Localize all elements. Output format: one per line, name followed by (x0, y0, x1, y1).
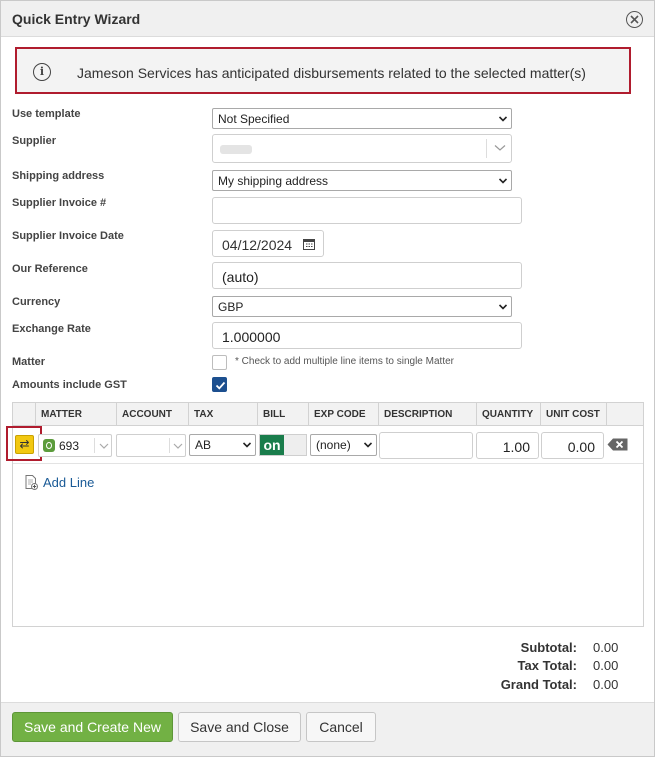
divider (486, 139, 487, 158)
supplier-invoice-input[interactable] (212, 197, 522, 224)
chevron-down-icon (499, 304, 507, 310)
chevron-down-icon (499, 178, 507, 184)
matter-hint: * Check to add multiple line items to si… (235, 356, 454, 367)
alert-text: Jameson Services has anticipated disburs… (77, 65, 586, 81)
col-bill: BILL (257, 403, 308, 426)
divider (169, 438, 170, 453)
save-and-create-new-button[interactable]: Save and Create New (12, 712, 173, 742)
exp-code-value: (none) (316, 438, 351, 452)
unit-cost-input[interactable]: 0.00 (541, 432, 604, 459)
grand-total-value: 0.00 (593, 677, 619, 692)
currency-value: GBP (218, 300, 244, 314)
bill-on-label: on (260, 435, 284, 455)
subtotal-value: 0.00 (593, 640, 619, 655)
exchange-rate-input[interactable]: 1.000000 (212, 322, 522, 349)
tax-total-value: 0.00 (593, 658, 619, 673)
divider (94, 438, 95, 453)
supplier-value (220, 145, 252, 154)
info-icon: i (33, 63, 51, 81)
exp-code-select[interactable]: (none) (310, 434, 377, 456)
exchange-rate-label: Exchange Rate (12, 323, 91, 335)
quantity-input[interactable]: 1.00 (476, 432, 539, 459)
our-reference-label: Our Reference (12, 263, 88, 275)
use-template-value: Not Specified (218, 112, 290, 126)
quick-entry-dialog: Quick Entry Wizard i Jameson Services ha… (0, 0, 655, 757)
tax-value: AB (195, 438, 212, 452)
grid-header: MATTER ACCOUNT TAX BILL EXP CODE DESCRIP… (13, 403, 643, 426)
matter-combobox[interactable]: 693 (38, 434, 112, 457)
close-icon[interactable] (626, 11, 643, 28)
matter-icon (43, 439, 55, 452)
currency-select[interactable]: GBP (212, 296, 512, 317)
chevron-down-icon (173, 443, 183, 449)
matter-label: Matter (12, 356, 46, 368)
matter-checkbox[interactable] (212, 355, 227, 370)
tax-select[interactable]: AB (189, 434, 256, 456)
calendar-icon[interactable] (303, 238, 315, 250)
swap-icon[interactable]: ⇄ (15, 435, 34, 454)
cancel-button[interactable]: Cancel (306, 712, 376, 742)
delete-line-icon[interactable] (607, 438, 628, 451)
use-template-select[interactable]: Not Specified (212, 108, 512, 129)
col-matter: MATTER (35, 403, 116, 426)
chevron-down-icon (494, 145, 506, 151)
add-document-icon (25, 475, 38, 490)
bill-toggle[interactable]: on (259, 434, 307, 456)
add-line-label: Add Line (43, 475, 95, 490)
supplier-combobox[interactable] (212, 134, 512, 163)
matter-value: 693 (59, 439, 80, 453)
chevron-down-icon (243, 442, 251, 448)
account-combobox[interactable] (116, 434, 186, 457)
date-value: 04/12/2024 (222, 237, 293, 253)
title-bar: Quick Entry Wizard (1, 1, 654, 37)
row-divider (13, 463, 643, 464)
col-quantity: QUANTITY (476, 403, 540, 426)
subtotal-label: Subtotal: (520, 640, 577, 655)
col-actions (606, 403, 643, 426)
col-exp-code: EXP CODE (308, 403, 378, 426)
chevron-down-icon (364, 442, 372, 448)
gst-checkbox[interactable] (212, 377, 227, 392)
checkmark-icon (215, 381, 226, 390)
shipping-address-label: Shipping address (12, 170, 105, 182)
chevron-down-icon (99, 443, 109, 449)
gst-label: Amounts include GST (12, 379, 127, 391)
use-template-label: Use template (12, 108, 81, 120)
dialog-title: Quick Entry Wizard (12, 11, 141, 27)
supplier-invoice-label: Supplier Invoice # (12, 197, 107, 209)
tax-total-label: Tax Total: (517, 658, 577, 673)
disbursement-alert: i Jameson Services has anticipated disbu… (15, 47, 631, 94)
shipping-address-select[interactable]: My shipping address (212, 170, 512, 191)
col-account: ACCOUNT (116, 403, 188, 426)
grand-total-label: Grand Total: (500, 677, 577, 692)
chevron-down-icon (499, 116, 507, 122)
col-description: DESCRIPTION (378, 403, 476, 426)
col-tax: TAX (188, 403, 257, 426)
save-and-close-button[interactable]: Save and Close (178, 712, 301, 742)
supplier-label: Supplier (12, 135, 57, 147)
shipping-address-value: My shipping address (218, 174, 329, 188)
our-reference-input[interactable]: (auto) (212, 262, 522, 289)
description-input[interactable] (379, 432, 473, 459)
supplier-invoice-date-label: Supplier Invoice Date (12, 230, 124, 242)
col-unit-cost: UNIT COST (540, 403, 606, 426)
currency-label: Currency (12, 296, 61, 308)
supplier-invoice-date-input[interactable]: 04/12/2024 (212, 230, 324, 257)
